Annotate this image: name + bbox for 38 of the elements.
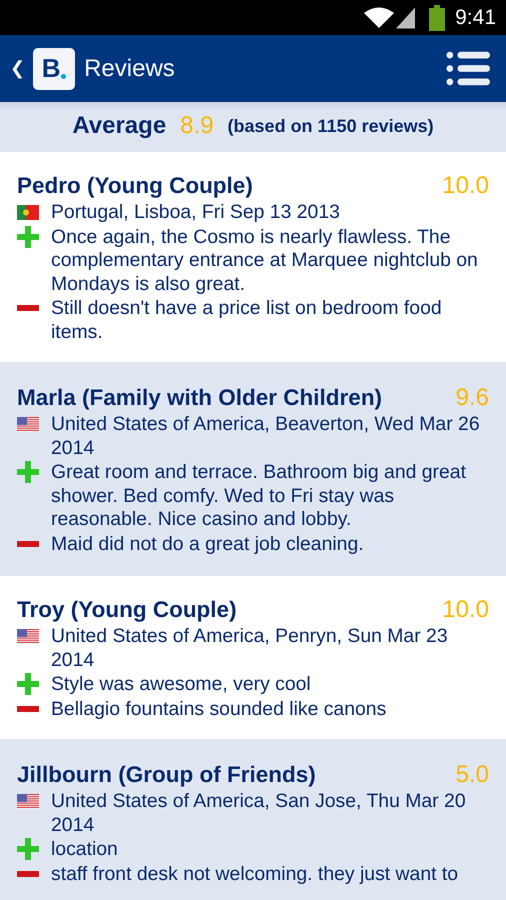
reviewer-name: Troy (Young Couple) [17, 597, 237, 623]
menu-icon[interactable] [446, 51, 490, 86]
review-score: 5.0 [456, 761, 489, 789]
review-location-date: Portugal, Lisboa, Fri Sep 13 2013 [51, 201, 341, 224]
review-count: (based on 1150 reviews) [228, 116, 434, 136]
signal-icon [396, 6, 416, 28]
wifi-icon [364, 6, 394, 28]
negative-comment: Bellagio fountains sounded like canons [51, 698, 388, 721]
reviewer-name: Jillbourn (Group of Friends) [17, 762, 316, 788]
positive-comment: location [51, 838, 119, 862]
positive-comment: Once again, the Cosmo is nearly flawless. The complementary entrance at Marquee nightclub on Mondays is also great. [51, 226, 479, 296]
review-location-date: United States of America, Beaverton, Wed Mar 26 2014 [51, 413, 481, 460]
minus-icon [17, 305, 39, 311]
usa-flag-icon [17, 794, 39, 809]
positive-comment: Style was awesome, very cool [51, 673, 312, 696]
back-button[interactable]: ❮ [4, 58, 32, 79]
minus-icon [17, 706, 39, 712]
average-label: Average [72, 112, 166, 140]
positive-comment: Great room and terrace. Bathroom big and great shower. Bed comfy. Wed to Fri stay was reasonable. Nice casino and lobby. [51, 461, 467, 532]
reviewer-name: Marla (Family with Older Children) [17, 385, 382, 411]
negative-comment: staff front desk not welcoming. they just want to [51, 862, 460, 886]
average-score: 8.9 [180, 112, 214, 140]
usa-flag-icon [17, 629, 39, 644]
portugal-flag-icon [17, 205, 39, 220]
review-score: 10.0 [442, 596, 489, 624]
review-location-date: United States of America, Penryn, Sun Mar 23 2014 [51, 625, 449, 672]
negative-comment: Maid did not do a great job cleaning. [51, 532, 365, 556]
review-score: 9.6 [456, 384, 489, 412]
negative-comment: Still doesn't have a price list on bedroom food items. [51, 297, 443, 344]
battery-icon [429, 4, 446, 30]
reviewer-name: Pedro (Young Couple) [17, 173, 253, 199]
minus-icon [17, 870, 39, 876]
minus-icon [17, 540, 39, 546]
status-time: 9:41 [455, 6, 496, 30]
screen-title: Reviews [84, 54, 176, 82]
app-logo: B [33, 48, 76, 90]
usa-flag-icon [17, 417, 39, 432]
review-score: 10.0 [442, 172, 489, 200]
